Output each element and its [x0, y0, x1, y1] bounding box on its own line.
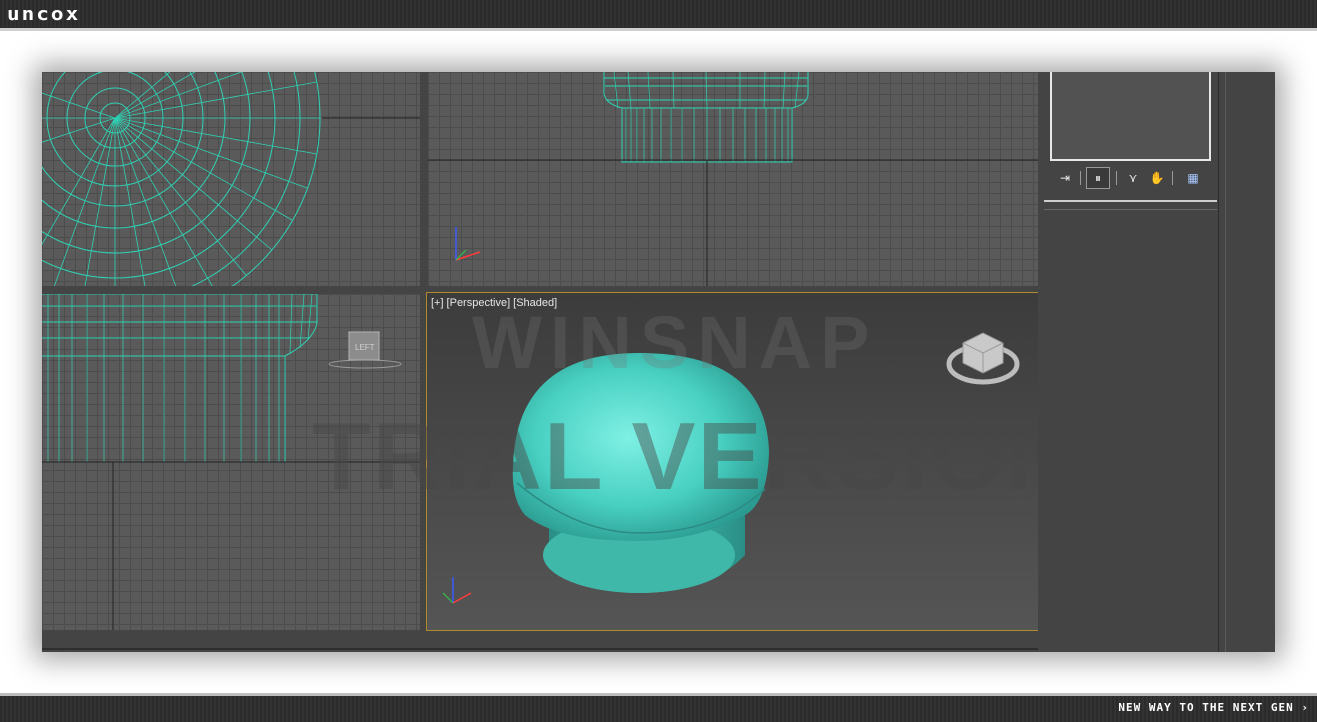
toolbar-separator	[1116, 171, 1117, 185]
pin-icon[interactable]: ⇥	[1056, 170, 1074, 186]
hand-icon[interactable]: ✋	[1148, 170, 1166, 186]
panel-divider	[1044, 209, 1217, 210]
viewport-top[interactable]	[42, 72, 420, 286]
perspective-axis-gizmo	[442, 577, 472, 604]
top-wireframe	[42, 72, 420, 286]
config-icon[interactable]: ▦	[1184, 170, 1202, 186]
viewport-front[interactable]	[428, 72, 1038, 286]
modifier-icon[interactable]: ⏸	[1086, 167, 1110, 189]
watermark-line1: WINSNAP	[472, 301, 878, 384]
fork-icon[interactable]: ⋎	[1124, 170, 1142, 186]
viewcube[interactable]	[946, 332, 1020, 385]
status-divider	[42, 648, 1038, 650]
panel-scroll-edge	[1225, 72, 1226, 652]
left-viewcube-label: LEFT	[355, 343, 375, 352]
front-axis-gizmo	[455, 227, 481, 261]
toolbar-separator	[1080, 171, 1081, 185]
front-wireframe	[428, 72, 1038, 286]
bottom-bar: NEW WAY TO THE NEXT GEN ›	[0, 693, 1317, 722]
panel-scroll-edge	[1218, 72, 1219, 652]
top-bar: uncox	[0, 0, 1317, 31]
toolbar-separator	[1172, 171, 1173, 185]
watermark-line2: TRIAL VERSION	[312, 403, 1078, 510]
tagline-link[interactable]: NEW WAY TO THE NEXT GEN ›	[1118, 701, 1309, 714]
object-preview-box	[1050, 72, 1211, 161]
panel-divider	[1044, 200, 1217, 202]
brand-logo: uncox	[7, 3, 81, 25]
viewport-plus-menu[interactable]: [+]	[431, 297, 444, 309]
command-panel: ⇥ ⏸ ⋎ ✋ ▦	[1038, 72, 1275, 652]
max-viewport-screenshot: LEFT [+] [Perspective] [Shaded] WINSNAP …	[42, 72, 1275, 652]
